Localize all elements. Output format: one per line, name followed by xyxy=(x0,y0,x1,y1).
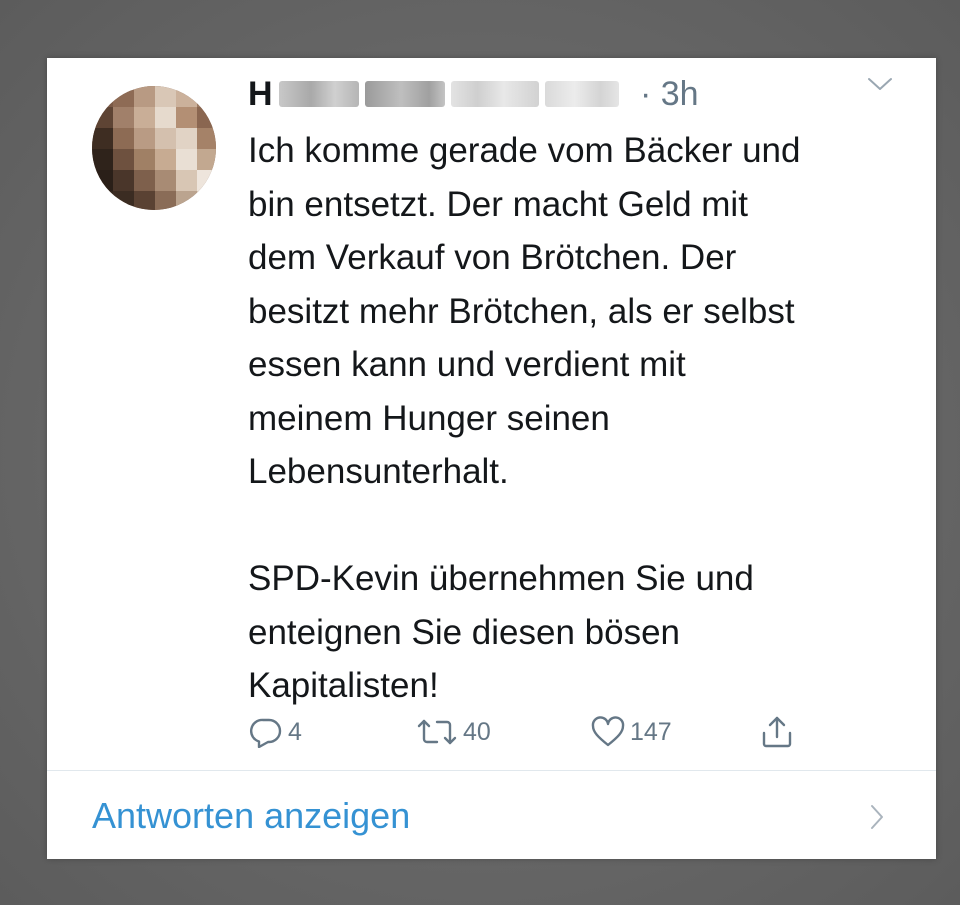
avatar-pixel xyxy=(113,86,134,107)
avatar-pixel xyxy=(197,86,216,107)
avatar-pixel xyxy=(176,191,197,210)
blur-block xyxy=(544,81,619,107)
share-button[interactable] xyxy=(760,714,794,750)
avatar-pixel xyxy=(155,107,176,128)
avatar-pixel xyxy=(197,128,216,149)
avatar-pixel xyxy=(134,149,155,170)
chevron-right-icon xyxy=(871,805,883,829)
avatar-pixel xyxy=(134,86,155,107)
avatar-pixel xyxy=(113,128,134,149)
show-replies-link[interactable]: Antworten anzeigen xyxy=(92,794,410,838)
retweet-count: 40 xyxy=(463,717,491,746)
avatar-pixel xyxy=(176,128,197,149)
chevron-down-icon[interactable] xyxy=(867,76,893,92)
avatar-pixel xyxy=(197,170,216,191)
avatar-pixel xyxy=(134,107,155,128)
avatar-pixel xyxy=(113,170,134,191)
avatar-pixel xyxy=(134,170,155,191)
like-button[interactable]: 147 xyxy=(590,714,672,750)
avatar-pixel xyxy=(197,191,216,210)
avatar-pixel xyxy=(197,107,216,128)
avatar-pixel xyxy=(176,170,197,191)
show-replies-row[interactable]: Antworten anzeigen xyxy=(47,771,936,859)
blur-block xyxy=(364,81,445,107)
avatar-pixel xyxy=(155,128,176,149)
like-count: 147 xyxy=(630,717,672,746)
reply-icon xyxy=(250,718,282,748)
reply-count: 4 xyxy=(288,717,302,746)
tweet-actions: 4 40 147 xyxy=(248,714,808,750)
avatar[interactable] xyxy=(92,86,216,210)
avatar-pixel xyxy=(92,128,113,149)
avatar-pixel xyxy=(176,86,197,107)
tweet-header: H · 3h xyxy=(248,72,888,116)
avatar-pixel xyxy=(155,149,176,170)
author-initial: H xyxy=(248,75,273,113)
retweet-icon xyxy=(417,719,457,745)
avatar-pixel xyxy=(113,107,134,128)
reply-button[interactable]: 4 xyxy=(248,714,302,750)
avatar-pixel xyxy=(92,170,113,191)
avatar-pixel xyxy=(113,149,134,170)
tweet-text: Ich komme gerade vom Bäcker und bin ents… xyxy=(248,131,801,705)
author-name-obscured[interactable]: H xyxy=(248,75,619,113)
avatar-pixel xyxy=(155,191,176,210)
avatar-pixel xyxy=(197,149,216,170)
avatar-pixel xyxy=(92,86,113,107)
blur-block xyxy=(278,81,359,107)
blur-block xyxy=(450,81,539,107)
tweet-card: H · 3h Ich komme gerade vom Bäcker und b… xyxy=(47,58,936,859)
avatar-pixel xyxy=(176,149,197,170)
avatar-pixel xyxy=(155,86,176,107)
avatar-pixel xyxy=(134,191,155,210)
avatar-pixel xyxy=(113,191,134,210)
tweet-timestamp[interactable]: · 3h xyxy=(640,72,699,116)
share-icon xyxy=(762,716,792,748)
avatar-pixel xyxy=(134,128,155,149)
avatar-pixel xyxy=(92,107,113,128)
avatar-pixel xyxy=(92,191,113,210)
retweet-button[interactable]: 40 xyxy=(415,714,491,750)
avatar-pixel xyxy=(92,149,113,170)
avatar-pixel xyxy=(155,170,176,191)
heart-icon xyxy=(591,716,625,747)
avatar-pixel xyxy=(176,107,197,128)
